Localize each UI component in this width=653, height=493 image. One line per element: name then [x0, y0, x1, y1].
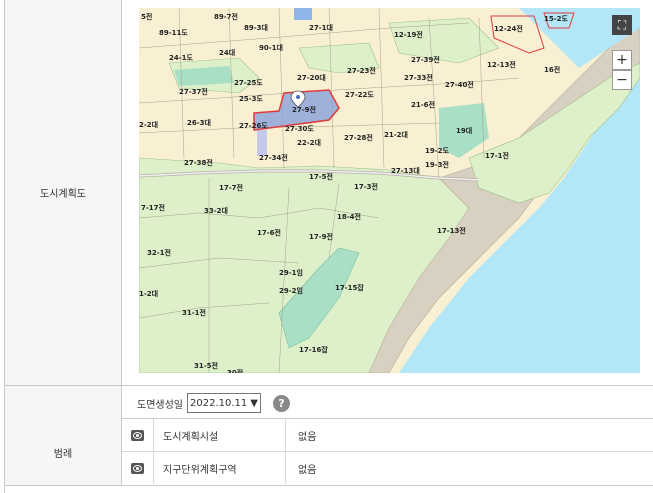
map-canvas[interactable]: 89-7전 89-11도 89-3대 27-1대 12-19전 12-24전 15-2도 90…	[139, 8, 640, 373]
parcel-label: 17-5전	[309, 172, 333, 181]
parcel-label: 29-1임	[279, 268, 303, 277]
parcel-label: 17-9전	[309, 232, 333, 241]
parcel-label: 27-34전	[259, 153, 288, 162]
parcel-label: 17-6전	[257, 228, 281, 237]
parcel-label: 33-2대	[204, 206, 228, 215]
parcel-label: 21-2대	[384, 130, 408, 139]
parcel-label: 90-1대	[259, 43, 283, 52]
parcel-label: 32-1전	[147, 248, 171, 257]
parcel-label: 16전	[544, 65, 560, 74]
parcel-label: 89-7전	[214, 12, 238, 21]
parcel-label: 17-15잡	[335, 283, 364, 292]
parcel-label: 21-6전	[411, 100, 435, 109]
parcel-label: 22-2대	[297, 138, 321, 147]
blue-parcel-2	[257, 130, 267, 156]
parcel-label: 24대	[219, 48, 235, 57]
parcel-label: 27-37전	[179, 87, 208, 96]
city-plan-map[interactable]: 89-7전 89-11도 89-3대 27-1대 12-19전 12-24전 15-2도 90…	[139, 8, 640, 373]
legend-eye-cell	[122, 419, 154, 451]
chevron-down-icon: ▼	[250, 397, 258, 409]
legend-row: 범례 도시계획시설 없음 지구단위계획구역 없음	[5, 419, 653, 486]
parcel-label: 18-4전	[337, 212, 361, 221]
parcel-label: 5전	[141, 12, 152, 21]
parcel-label: 2-2대	[139, 120, 158, 129]
parcel-label: 1-2대	[139, 289, 158, 298]
parcel-label: 12-13전	[487, 60, 516, 69]
parcel-label: 12-24전	[494, 24, 523, 33]
parcel-label: 30전	[227, 368, 243, 373]
date-row-label-spacer	[5, 386, 122, 419]
city-plan-row: 도시계획도 89-7전 89-11도 89-3대 27-1대 12-19전 12…	[5, 0, 653, 386]
date-select[interactable]: 2022.10.11 ▼	[187, 393, 261, 413]
parcel-label: 19-2도	[425, 147, 450, 155]
zoom-in-button[interactable]: +	[612, 50, 632, 70]
parcel-label: 15-2도	[544, 15, 569, 23]
parcel-label: 31-5전	[194, 361, 218, 370]
parcel-label: 89-3대	[244, 23, 268, 32]
date-line: 도면생성일 2022.10.11 ▼ ?	[137, 393, 290, 413]
parcel-label: 27-1대	[309, 23, 333, 32]
parcel-label: 17-16잡	[299, 345, 328, 354]
legend-item-value: 없음	[298, 431, 317, 443]
parcel-label: 19-3전	[425, 160, 449, 169]
date-row: 도면생성일 2022.10.11 ▼ ?	[122, 385, 653, 419]
parcel-label: 27-25도	[234, 79, 263, 87]
land-info-table: 도시계획도 89-7전 89-11도 89-3대 27-1대 12-19전 12…	[4, 0, 653, 493]
fullscreen-button[interactable]: ⛶	[612, 15, 632, 35]
parcel-label: 27-20대	[297, 73, 326, 82]
parcel-label: 27-22도	[345, 91, 374, 99]
parcel-label: 25-3도	[239, 95, 264, 103]
eye-icon[interactable]	[131, 429, 144, 441]
parcel-label: 89-11도	[159, 29, 188, 37]
parcel-label: 19대	[456, 126, 472, 135]
zoom-out-button[interactable]: −	[612, 70, 632, 90]
parcel-label: 27-9전	[292, 105, 316, 114]
parcel-label: 27-13대	[391, 166, 420, 175]
parcel-label: 29-2임	[279, 286, 303, 295]
city-plan-label: 도시계획도	[5, 0, 122, 385]
parcel-label: 27-39전	[411, 55, 440, 64]
parcel-label: 27-30도	[285, 125, 314, 133]
parcel-label: 27-28전	[344, 133, 373, 142]
legend-item-name: 도시계획시설	[154, 419, 286, 451]
parcel-label: 17-1전	[485, 151, 509, 160]
legend-item: 지구단위계획구역 없음	[122, 452, 653, 484]
date-value: 2022.10.11	[190, 397, 248, 409]
parcel-label: 27-33전	[404, 73, 433, 82]
parcel-label: 17-13전	[437, 226, 466, 235]
parcel-label: 27-23전	[347, 66, 376, 75]
parcel-label: 12-19전	[394, 30, 423, 39]
parcel-label: 24-1도	[169, 54, 194, 62]
legend-item-name: 지구단위계획구역	[154, 452, 286, 484]
parcel-label: 27-26도	[239, 122, 268, 130]
parcel-label: 17-3전	[354, 182, 378, 191]
legend-item: 도시계획시설 없음	[122, 419, 653, 452]
parcel-label: 7-17전	[141, 203, 165, 212]
parcel-label: 27-38전	[184, 158, 213, 167]
parcel-label: 31-1전	[182, 308, 206, 317]
parcel-label: 27-40전	[445, 80, 474, 89]
parcel-label: 17-7전	[219, 183, 243, 192]
legend-eye-cell	[122, 452, 154, 484]
eye-icon[interactable]	[131, 462, 144, 474]
parcel-label: 26-3대	[187, 118, 211, 127]
blue-parcel	[294, 8, 312, 20]
date-label: 도면생성일	[137, 399, 183, 411]
help-icon[interactable]: ?	[272, 394, 290, 412]
legend-item-value: 없음	[298, 464, 317, 476]
legend-label: 범례	[5, 419, 122, 485]
